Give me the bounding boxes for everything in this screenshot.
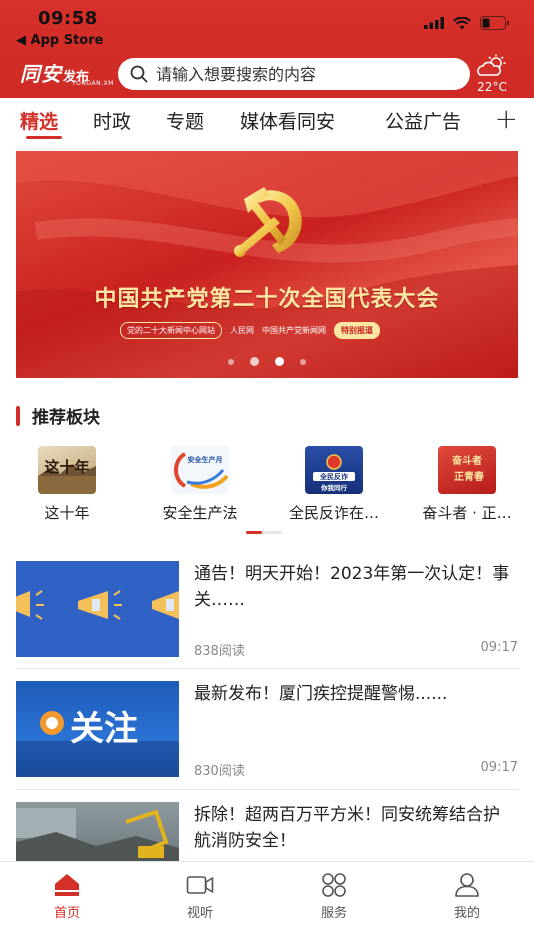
- logo-main-text: 同安: [20, 62, 62, 86]
- module-label: 这十年: [44, 504, 90, 522]
- back-to-app-store[interactable]: ◀ App Store: [16, 33, 103, 48]
- section-title: 推荐板块: [32, 408, 100, 428]
- svg-text:奋斗者: 奋斗者: [451, 454, 482, 467]
- nav-label: 视听: [186, 906, 213, 921]
- home-icon: [55, 874, 79, 896]
- svg-text:你我同行: 你我同行: [320, 483, 348, 492]
- video-icon: [186, 876, 214, 894]
- safety-production-thumbnail: 安全生产月: [171, 446, 229, 494]
- search-bar[interactable]: [118, 58, 470, 90]
- this-decade-thumbnail: 这十年: [38, 446, 96, 494]
- status-time: 09:58: [38, 8, 98, 29]
- tab-public-ads[interactable]: 公益广告: [385, 107, 461, 134]
- module-label: 全民反诈在…: [288, 504, 379, 522]
- logo-en-text: TONGAN.XM: [72, 80, 114, 87]
- banner-chip-special: 特别报道: [334, 322, 380, 339]
- news-item[interactable]: 通告！明天开始！2023年第一次认定！事关…… 838阅读 09:17: [16, 561, 518, 671]
- banner-chip-center: 党的二十大新闻中心网站: [120, 322, 222, 339]
- module-this-decade[interactable]: 这十年 这十年: [7, 446, 127, 523]
- hero-banner[interactable]: 中国共产党第二十次全国代表大会 党的二十大新闻中心网站 人民网 中国共产党新闻网…: [16, 151, 518, 378]
- bottom-tab-bar: 首页 视听 服务 我的: [0, 861, 534, 950]
- tab-media-tongan[interactable]: 媒体看同安: [240, 107, 335, 134]
- partly-cloudy-icon: [477, 54, 506, 76]
- add-channel-button[interactable]: +: [495, 102, 518, 135]
- app-logo[interactable]: 同安发布 TONGAN.XM: [20, 58, 113, 87]
- banner-dot[interactable]: [228, 358, 234, 365]
- tab-zhuanti[interactable]: 专题: [166, 107, 204, 134]
- nav-label: 我的: [453, 906, 480, 921]
- weather-widget[interactable]: 22°C: [472, 54, 512, 94]
- svg-text:正青春: 正青春: [454, 470, 484, 483]
- search-input[interactable]: [156, 64, 456, 84]
- status-icons: [424, 16, 510, 30]
- user-icon: [455, 873, 479, 897]
- news-time: 09:17: [480, 640, 518, 655]
- news-thumbnail-text: 关注: [70, 709, 138, 749]
- banner-dot-active[interactable]: [275, 357, 284, 366]
- channel-tabs: 精选 时政 专题 媒体看同安 公益广告 +: [0, 98, 534, 142]
- weather-temp: 22°C: [477, 80, 507, 94]
- active-tab-indicator: [26, 136, 62, 139]
- modules-scroll-thumb: [246, 531, 262, 534]
- module-strivers[interactable]: 奋斗者 正青春 奋斗者 · 正…: [407, 446, 527, 523]
- section-accent-bar: [16, 405, 20, 426]
- svg-text:这十年: 这十年: [44, 458, 89, 476]
- module-label: 奋斗者 · 正…: [422, 504, 512, 522]
- module-anti-fraud[interactable]: 全民反诈 你我同行 全民反诈在…: [274, 446, 394, 523]
- search-icon: [130, 65, 148, 83]
- news-read-count: 830阅读: [194, 764, 245, 779]
- section-header: 推荐板块: [16, 403, 100, 428]
- signal-icon: [424, 17, 444, 29]
- nav-label: 服务: [320, 906, 347, 921]
- app-header: 09:58 ◀ App Store 同安发布 TONGAN.XM 请输入想要搜索…: [0, 0, 534, 98]
- banner-cpc-news: 中国共产党新闻网: [262, 326, 326, 335]
- nav-profile[interactable]: 我的: [427, 872, 507, 921]
- news-item[interactable]: 关注 最新发布！厦门疾控提醒警惕...... 830阅读 09:17: [16, 681, 518, 791]
- modules-scroll-indicator: [246, 531, 282, 534]
- news-read-count: 838阅读: [194, 644, 245, 659]
- banner-pagination: [16, 357, 518, 366]
- wifi-icon: [453, 16, 471, 29]
- banner-dot[interactable]: [250, 357, 259, 366]
- battery-icon: [480, 16, 509, 30]
- module-safety-law[interactable]: 安全生产月 安全生产法: [140, 446, 260, 523]
- module-label: 安全生产法: [162, 504, 238, 522]
- strivers-thumbnail: 奋斗者 正青春: [438, 446, 496, 494]
- news-thumbnail-attention: 关注: [16, 681, 179, 777]
- nav-home[interactable]: 首页: [27, 872, 107, 921]
- banner-title: 中国共产党第二十次全国代表大会: [94, 287, 440, 312]
- nav-label: 首页: [53, 906, 80, 921]
- news-thumbnail-megaphones: [16, 561, 179, 657]
- news-title: 拆除！超两百万平方米！同安统筹结合护航消防安全！: [194, 805, 500, 851]
- news-divider: [16, 668, 518, 669]
- recommended-modules: 这十年 这十年 安全生产月 安全生产法 全民反诈 你我同行 全民反诈在… 奋斗者…: [0, 446, 534, 526]
- news-title: 最新发布！厦门疾控提醒警惕......: [194, 684, 448, 704]
- nav-video[interactable]: 视听: [160, 872, 240, 921]
- banner-dot[interactable]: [300, 358, 306, 365]
- svg-text:全民反诈: 全民反诈: [319, 472, 348, 481]
- svg-text:安全生产月: 安全生产月: [188, 455, 223, 464]
- grid-icon: [322, 873, 346, 897]
- banner-subrow: 党的二十大新闻中心网站 人民网 中国共产党新闻网 特别报道: [120, 322, 380, 339]
- party-emblem-icon: [234, 187, 302, 257]
- nav-services[interactable]: 服务: [294, 872, 374, 921]
- news-time: 09:17: [480, 760, 518, 775]
- banner-people-daily: 人民网: [230, 326, 254, 335]
- anti-fraud-thumbnail: 全民反诈 你我同行: [305, 446, 363, 494]
- tab-jingxuan[interactable]: 精选: [20, 107, 58, 134]
- news-title: 通告！明天开始！2023年第一次认定！事关……: [194, 564, 510, 610]
- news-divider: [16, 789, 518, 790]
- tab-shizheng[interactable]: 时政: [93, 107, 131, 134]
